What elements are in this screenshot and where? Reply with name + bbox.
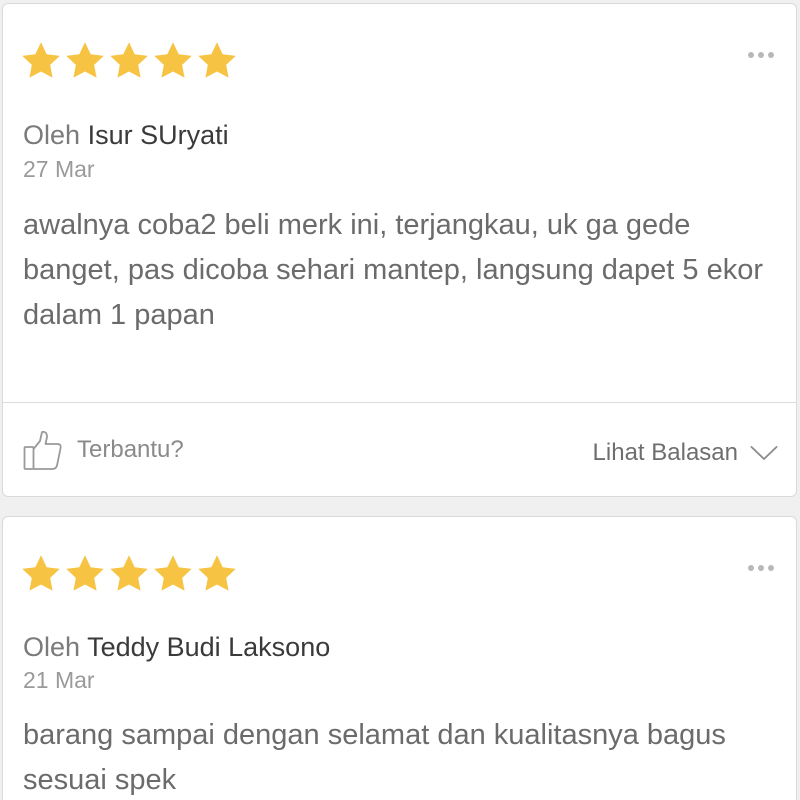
review-footer: Terbantu? Lihat Balasan — [3, 403, 796, 498]
review-author-line: Oleh Teddy Budi Laksono — [23, 632, 330, 663]
star-icon — [107, 552, 151, 596]
star-rating — [19, 39, 239, 83]
thumbs-up-icon — [23, 429, 63, 471]
review-date: 27 Mar — [23, 156, 95, 182]
by-label: Oleh — [23, 632, 81, 662]
review-text: barang sampai dengan selamat dan kualita… — [23, 719, 726, 796]
star-icon — [63, 39, 107, 83]
review-card: Oleh Teddy Budi Laksono 21 Mar barang sa… — [2, 516, 797, 800]
reviews-screen: Oleh Isur SUryati 27 Mar awalnya coba2 b… — [0, 0, 800, 800]
chevron-down-icon — [750, 445, 778, 461]
more-dots-icon[interactable] — [748, 565, 774, 571]
review-text: awalnya coba2 beli merk ini, terjangkau,… — [23, 209, 764, 331]
reviewer-name: Teddy Budi Laksono — [87, 632, 331, 662]
star-icon — [195, 39, 239, 83]
more-dots-icon[interactable] — [748, 52, 774, 58]
star-icon — [151, 39, 195, 83]
star-icon — [151, 552, 195, 596]
reviewer-name: Isur SUryati — [87, 120, 229, 150]
by-label: Oleh — [23, 120, 81, 150]
star-icon — [19, 552, 63, 596]
review-author-line: Oleh Isur SUryati — [23, 120, 229, 151]
star-rating — [19, 552, 239, 596]
star-icon — [107, 39, 151, 83]
review-card: Oleh Isur SUryati 27 Mar awalnya coba2 b… — [2, 3, 797, 497]
helpful-button[interactable]: Terbantu? — [23, 429, 184, 471]
star-icon — [195, 552, 239, 596]
star-icon — [19, 39, 63, 83]
helpful-label: Terbantu? — [77, 436, 184, 463]
review-date: 21 Mar — [23, 667, 95, 693]
view-replies-button[interactable]: Lihat Balasan — [593, 439, 778, 467]
view-replies-label: Lihat Balasan — [592, 439, 738, 466]
star-icon — [63, 552, 107, 596]
